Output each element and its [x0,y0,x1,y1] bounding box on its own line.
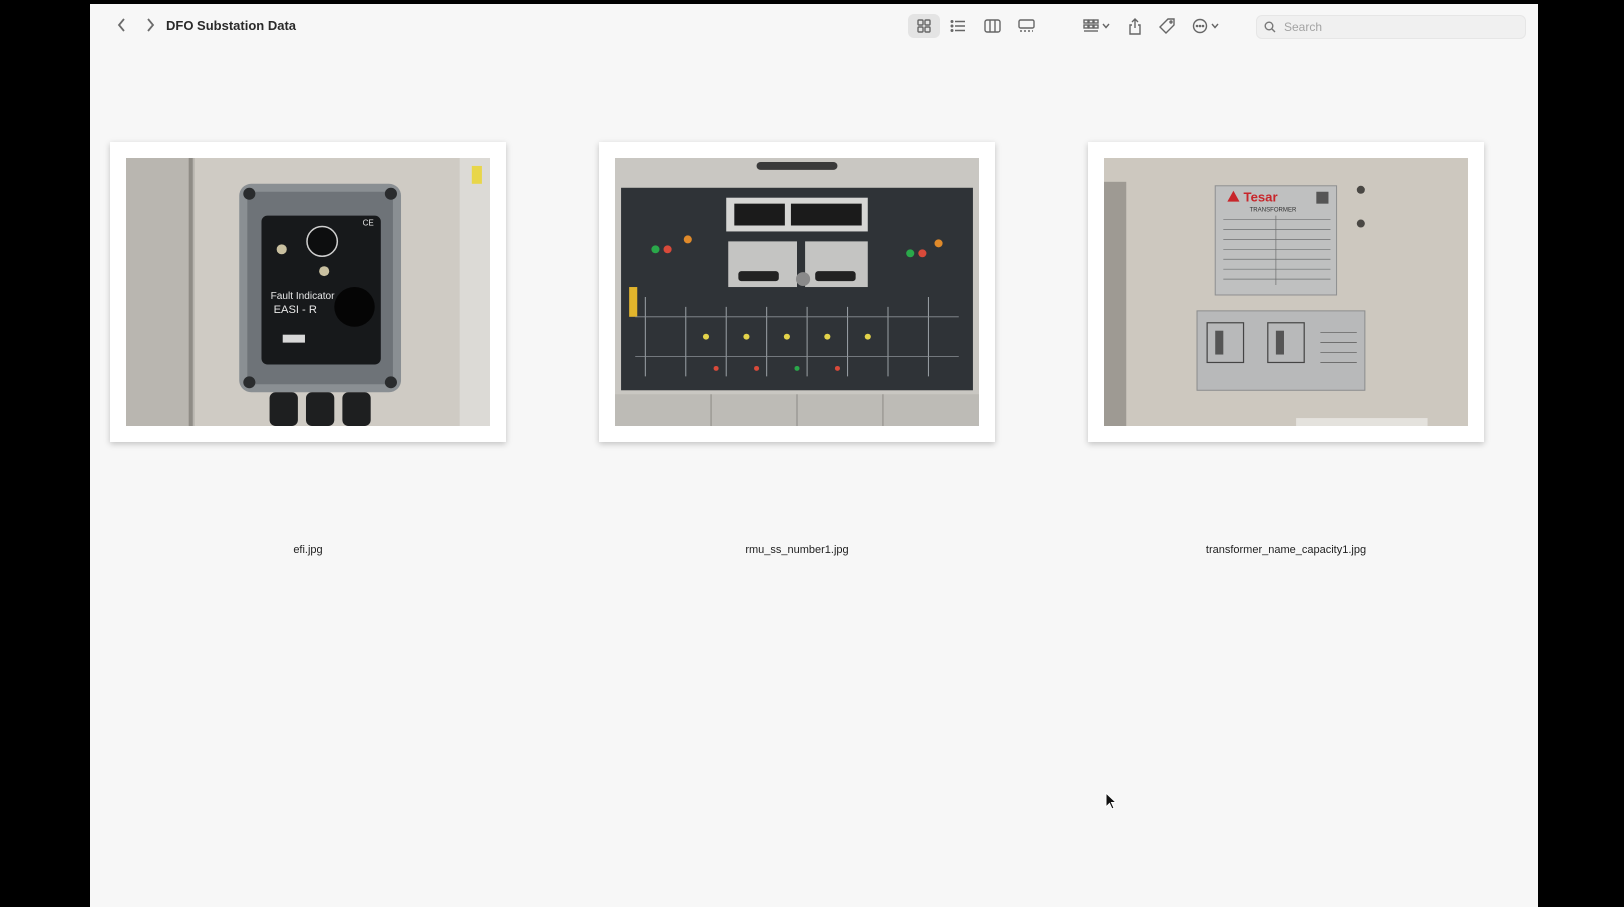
file-name[interactable]: efi.jpg [110,544,506,556]
list-icon [950,20,965,32]
finder-window: DFO Substation Data Search Fault Indicat… [90,4,1538,907]
toolbar: DFO Substation Data [90,4,1538,48]
gallery-icon [1017,19,1035,32]
mouse-pointer-icon [1105,792,1117,810]
nameplate-brand-text: Tesar [1244,190,1278,205]
share-button[interactable] [1124,14,1146,38]
forward-button[interactable] [142,16,158,34]
window-title: DFO Substation Data [166,18,297,33]
chevron-right-icon [147,18,155,32]
file-item[interactable]: Tesar TRANSFORMER transformer_name_capac… [1088,142,1484,556]
file-name[interactable]: rmu_ss_number1.jpg [599,544,995,556]
thumbnail-frame[interactable]: Tesar TRANSFORMER [1088,142,1484,442]
file-item[interactable]: rmu_ss_number1.jpg [599,142,995,556]
efi-model-text: EASI - R [274,304,317,316]
grid-icon [917,19,931,33]
list-view-button[interactable] [943,14,973,38]
search-icon [1264,21,1276,33]
chevron-down-icon [1101,23,1110,29]
transformer-nameplate-photo: Tesar TRANSFORMER [1104,158,1468,426]
column-view-button[interactable] [977,14,1007,38]
ellipsis-circle-icon [1192,18,1207,34]
search-field[interactable] [1256,15,1526,39]
group-grid-icon [1082,19,1099,32]
file-name[interactable]: transformer_name_capacity1.jpg [1088,544,1484,556]
efi-title-text: Fault Indicator [271,291,336,302]
icon-view-button[interactable] [908,14,940,38]
thumbnail-frame[interactable] [599,142,995,442]
ce-mark-text: CE [363,219,374,228]
back-button[interactable] [114,16,130,34]
share-icon [1129,17,1141,35]
nameplate-type-text: TRANSFORMER [1250,208,1297,214]
file-item[interactable]: Fault Indicator EASI - R CE efi.jpg [110,142,506,556]
chevron-left-icon [117,18,125,32]
group-button[interactable] [1078,14,1114,38]
search-input[interactable] [1282,19,1516,35]
tag-button[interactable] [1156,14,1178,38]
more-actions-button[interactable] [1188,14,1222,38]
thumbnail-frame[interactable]: Fault Indicator EASI - R CE [110,142,506,442]
rmu-panel-photo [615,158,979,426]
tag-icon [1159,18,1175,34]
chevron-down-icon [1210,23,1219,29]
fault-indicator-photo: Fault Indicator EASI - R CE [126,158,490,426]
columns-icon [983,19,1001,33]
gallery-view-button[interactable] [1011,14,1041,38]
